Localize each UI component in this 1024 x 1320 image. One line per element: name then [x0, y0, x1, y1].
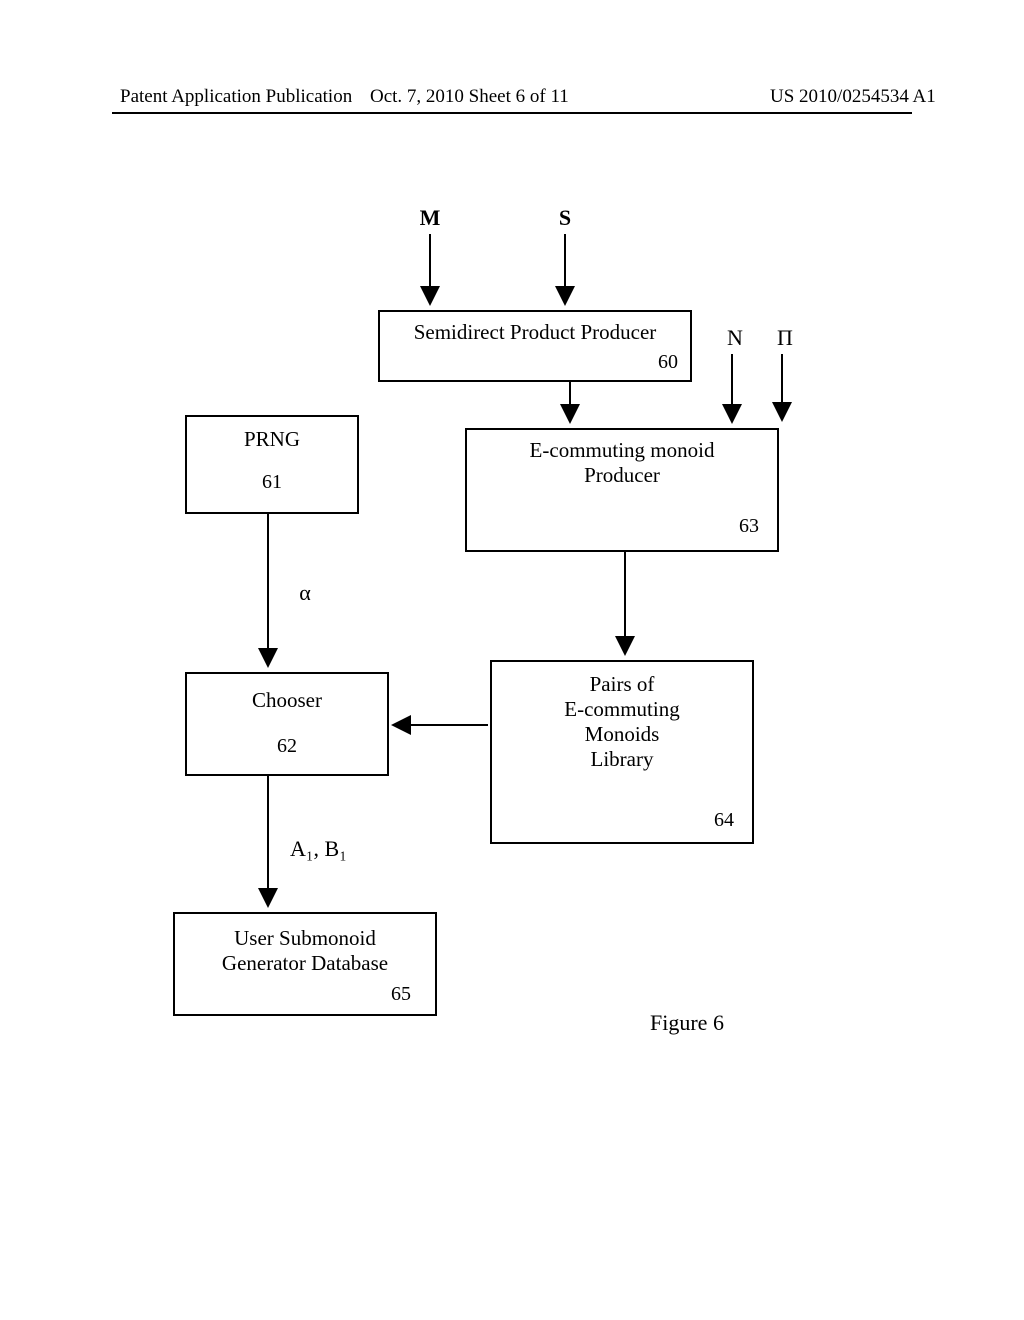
- diagram: M S N Π Semidirect Product Producer 60 P…: [0, 130, 1024, 1230]
- header-right: US 2010/0254534 A1: [770, 86, 936, 108]
- arrows-layer: [0, 130, 1024, 1230]
- header-rule: [112, 112, 912, 114]
- header-left: Patent Application Publication: [120, 86, 352, 108]
- header-mid: Oct. 7, 2010 Sheet 6 of 11: [370, 86, 569, 108]
